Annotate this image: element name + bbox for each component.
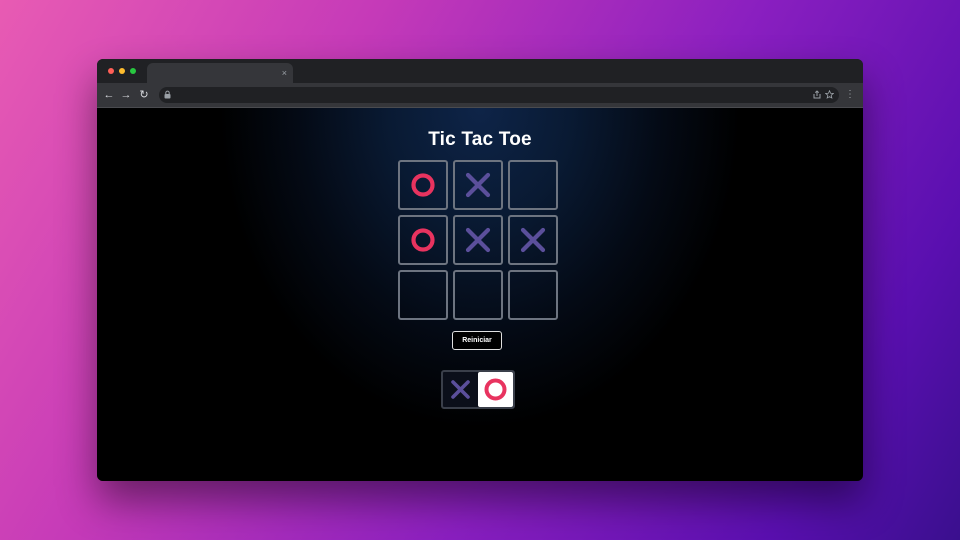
browser-tab[interactable]: ×	[147, 63, 293, 83]
close-window-button[interactable]	[108, 68, 114, 74]
minimize-window-button[interactable]	[119, 68, 125, 74]
star-icon[interactable]	[824, 88, 835, 102]
board-cell-2-2[interactable]	[508, 270, 558, 320]
board-cell-2-0[interactable]	[398, 270, 448, 320]
o-mark-icon	[484, 378, 507, 401]
board-cell-1-0[interactable]	[398, 215, 448, 265]
x-mark-icon	[465, 227, 491, 253]
o-mark-icon	[411, 173, 435, 197]
browser-window: × ← → ↻ ⋮ Tic Tac Toe Reiniciar	[97, 59, 863, 481]
share-icon[interactable]	[813, 88, 821, 102]
turn-indicator	[441, 370, 515, 409]
board-cell-0-1[interactable]	[453, 160, 503, 210]
lock-icon	[164, 88, 171, 102]
board-cell-0-2[interactable]	[508, 160, 558, 210]
maximize-window-button[interactable]	[130, 68, 136, 74]
x-mark-icon	[465, 172, 491, 198]
board-cell-1-1[interactable]	[453, 215, 503, 265]
page-title: Tic Tac Toe	[428, 129, 532, 150]
board-cell-1-2[interactable]	[508, 215, 558, 265]
turn-x-option[interactable]	[443, 372, 478, 407]
tab-close-icon[interactable]: ×	[282, 66, 287, 80]
kebab-menu-icon[interactable]: ⋮	[845, 88, 855, 102]
forward-arrow-icon[interactable]: →	[119, 88, 133, 102]
title-bar: ×	[97, 59, 863, 83]
game-board	[398, 160, 558, 320]
turn-o-option[interactable]	[478, 372, 513, 407]
page-viewport: Tic Tac Toe Reiniciar	[97, 108, 863, 481]
o-mark-icon	[411, 228, 435, 252]
x-mark-icon	[451, 380, 470, 399]
restart-button[interactable]: Reiniciar	[452, 331, 502, 350]
board-cell-0-0[interactable]	[398, 160, 448, 210]
board-cell-2-1[interactable]	[453, 270, 503, 320]
back-arrow-icon[interactable]: ←	[102, 88, 116, 102]
address-bar[interactable]	[159, 87, 839, 103]
reload-icon[interactable]: ↻	[137, 88, 151, 102]
x-mark-icon	[520, 227, 546, 253]
browser-toolbar: ← → ↻ ⋮	[97, 83, 863, 108]
